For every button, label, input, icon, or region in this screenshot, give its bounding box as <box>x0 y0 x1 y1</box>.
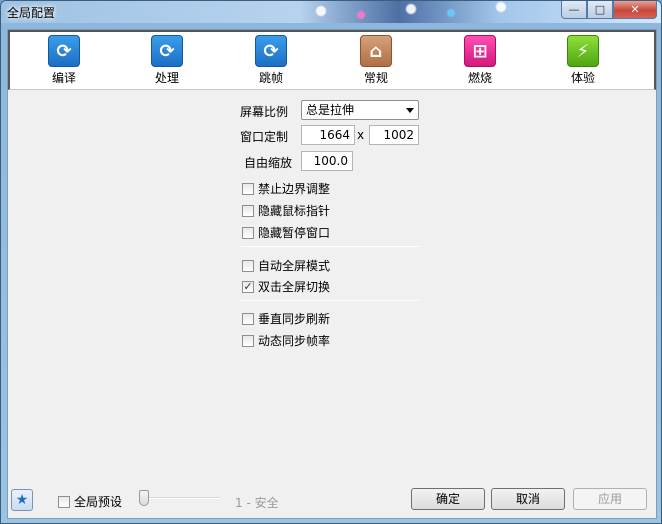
window-title: 全局配置 <box>7 6 56 20</box>
chevron-down-icon <box>406 108 414 113</box>
checkbox-disable-border-adjust[interactable]: 禁止边界调整 <box>242 180 330 197</box>
ok-button[interactable]: 确定 <box>411 488 485 510</box>
free-zoom-label: 自由缩放 <box>244 156 293 170</box>
star-icon: ★ <box>15 492 29 508</box>
checkbox-hide-pause-window[interactable]: 隐藏暂停窗口 <box>242 224 330 241</box>
preset-slider-label: 1 - 安全 <box>235 496 279 510</box>
close-button[interactable]: ✕ <box>613 1 657 19</box>
client-area: ⟳ 编译 ⟳ 处理 ⟳ 跳帧 ⌂ 常规 ⊞ 燃烧 ⚡ 体验 屏幕比例 总是拉伸 … <box>7 29 657 519</box>
minimize-icon: — <box>568 3 580 16</box>
tab-label: 编译 <box>51 71 76 85</box>
checkbox-auto-fullscreen[interactable]: 自动全屏模式 <box>242 257 330 274</box>
preset-slider-thumb[interactable] <box>139 490 149 506</box>
lightning-icon: ⚡ <box>567 35 599 67</box>
close-icon: ✕ <box>630 3 640 16</box>
tab-label: 体验 <box>570 71 595 85</box>
checkbox-label: 全局预设 <box>74 495 123 509</box>
title-bar[interactable]: 全局配置 — □ ✕ <box>1 1 661 23</box>
checkbox-box[interactable] <box>242 334 254 347</box>
refresh-icon: ⟳ <box>255 35 287 67</box>
tab-burn[interactable]: ⊞ 燃烧 <box>450 35 510 86</box>
title-decoration <box>301 1 541 23</box>
refresh-icon: ⟳ <box>48 35 80 67</box>
tab-frame-skip[interactable]: ⟳ 跳帧 <box>241 35 301 86</box>
window-custom-label: 窗口定制 <box>240 130 289 144</box>
checkbox-vsync[interactable]: 垂直同步刷新 <box>242 310 330 327</box>
cancel-button[interactable]: 取消 <box>491 488 565 510</box>
tab-label: 常规 <box>363 71 388 85</box>
maximize-button[interactable]: □ <box>587 1 613 19</box>
separator <box>241 300 419 301</box>
tab-label: 跳帧 <box>258 71 283 85</box>
checkmark-icon: ✓ <box>243 279 253 293</box>
checkbox-dynamic-framerate[interactable]: 动态同步帧率 <box>242 332 330 349</box>
checkbox-box[interactable] <box>242 204 254 217</box>
category-toolbar: ⟳ 编译 ⟳ 处理 ⟳ 跳帧 ⌂ 常规 ⊞ 燃烧 ⚡ 体验 <box>8 30 656 90</box>
checkbox-box[interactable] <box>242 226 254 239</box>
checkbox-label: 隐藏鼠标指针 <box>258 204 331 218</box>
free-zoom-input[interactable]: 100.0 <box>301 151 353 171</box>
checkbox-box[interactable] <box>242 182 254 195</box>
checkbox-box[interactable]: ✓ <box>242 279 254 293</box>
checkbox-box[interactable] <box>242 312 254 325</box>
minimize-button[interactable]: — <box>561 1 587 19</box>
checkbox-label: 禁止边界调整 <box>258 182 331 196</box>
checkbox-global-preset[interactable]: 全局预设 <box>58 493 122 510</box>
dimension-separator: x <box>357 128 365 142</box>
checkbox-label: 自动全屏模式 <box>258 259 331 273</box>
apply-button[interactable]: 应用 <box>573 488 647 510</box>
checkbox-hide-cursor[interactable]: 隐藏鼠标指针 <box>242 202 330 219</box>
checkbox-label: 双击全屏切换 <box>258 280 331 294</box>
checkbox-label: 动态同步帧率 <box>258 334 331 348</box>
separator <box>241 246 419 247</box>
screen-ratio-select[interactable]: 总是拉伸 <box>301 100 419 120</box>
preset-slider-track[interactable] <box>146 497 220 499</box>
config-window: 全局配置 — □ ✕ ⟳ 编译 ⟳ 处理 ⟳ 跳帧 ⌂ 常规 ⊞ 燃烧 ⚡ 体验… <box>0 0 662 524</box>
tab-label: 燃烧 <box>467 71 492 85</box>
window-width-input[interactable]: 1664 <box>301 125 355 145</box>
window-height-input[interactable]: 1002 <box>369 125 419 145</box>
caption-buttons: — □ ✕ <box>561 1 657 19</box>
tab-general[interactable]: ⌂ 常规 <box>346 35 406 86</box>
tab-compile[interactable]: ⟳ 编译 <box>34 35 94 86</box>
refresh-icon: ⟳ <box>151 35 183 67</box>
tab-process[interactable]: ⟳ 处理 <box>137 35 197 86</box>
screen-ratio-value: 总是拉伸 <box>306 103 355 117</box>
tab-label: 处理 <box>154 71 179 85</box>
checkbox-label: 垂直同步刷新 <box>258 312 331 326</box>
tab-experience[interactable]: ⚡ 体验 <box>553 35 613 86</box>
home-icon: ⌂ <box>360 35 392 67</box>
windows-icon: ⊞ <box>464 35 496 67</box>
checkbox-box[interactable] <box>58 495 70 508</box>
checkbox-label: 隐藏暂停窗口 <box>258 226 331 240</box>
checkbox-doubleclick-fullscreen[interactable]: ✓ 双击全屏切换 <box>242 278 330 295</box>
favorite-button[interactable]: ★ <box>11 489 33 511</box>
checkbox-box[interactable] <box>242 259 254 272</box>
maximize-icon: □ <box>594 3 606 16</box>
screen-ratio-label: 屏幕比例 <box>240 105 289 119</box>
